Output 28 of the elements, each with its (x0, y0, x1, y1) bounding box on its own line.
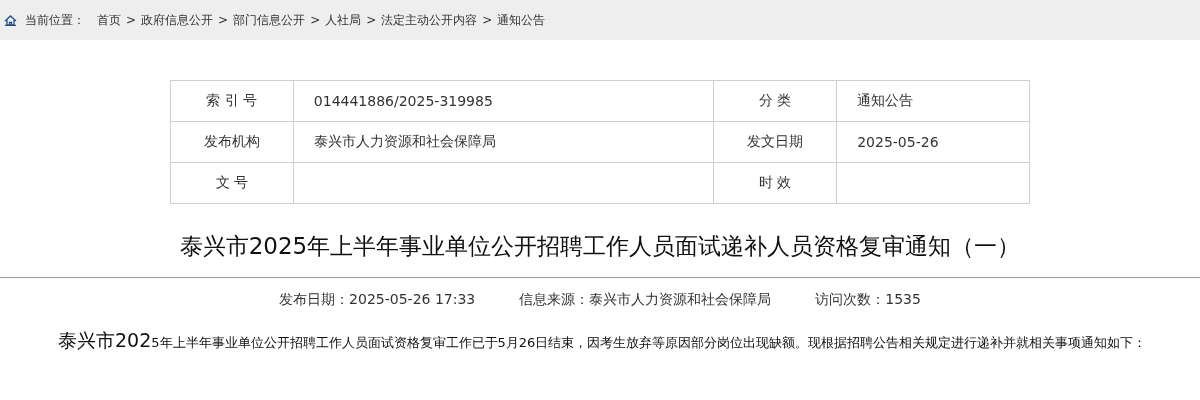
article-title: 泰兴市2025年上半年事业单位公开招聘工作人员面试递补人员资格复审通知（一） (178, 232, 1022, 261)
location-label: 当前位置： (25, 11, 85, 29)
breadcrumb-separator: > (366, 13, 377, 27)
field-label: 时 效 (759, 174, 792, 190)
breadcrumb-link[interactable]: 法定主动公开内容 (381, 11, 478, 29)
field-value: 014441886/2025-319985 (313, 93, 493, 109)
field-label: 发布机构 (203, 133, 260, 149)
breadcrumb-separator: > (218, 13, 229, 27)
field-label: 分 类 (759, 92, 792, 108)
article-meta: 访问次数：1535 (815, 291, 921, 309)
breadcrumb-link[interactable]: 首页 (97, 11, 121, 29)
field-value: 通知公告 (857, 92, 914, 108)
field-label: 发文日期 (747, 133, 804, 149)
breadcrumb-link[interactable]: 通知公告 (497, 11, 546, 29)
article-meta: 信息来源：泰兴市人力资源和社会保障局 (519, 291, 772, 309)
field-label: 索 引 号 (206, 92, 258, 108)
breadcrumb-separator: > (310, 13, 321, 27)
breadcrumb-link[interactable]: 部门信息公开 (233, 11, 306, 29)
article-meta: 发布日期：2025-05-26 17:33 (279, 291, 476, 309)
field-value: 2025-05-26 (857, 134, 939, 150)
breadcrumb-link[interactable]: 人社局 (325, 11, 362, 29)
field-label: 文 号 (215, 174, 249, 190)
breadcrumb-separator: > (482, 13, 493, 27)
breadcrumb-separator: > (126, 13, 137, 27)
article-paragraph: 泰兴市2025年上半年事业单位公开招聘工作人员面试资格复审工作已于5月26日结束，因考生放弃等原因部分岗位出现缺额。现根据招聘公告相关规定进行递补并就相关事项通知如下： (57, 328, 1148, 353)
home-icon (4, 14, 17, 26)
field-value: 泰兴市人力资源和社会保障局 (313, 133, 496, 149)
breadcrumb-link[interactable]: 政府信息公开 (141, 11, 214, 29)
